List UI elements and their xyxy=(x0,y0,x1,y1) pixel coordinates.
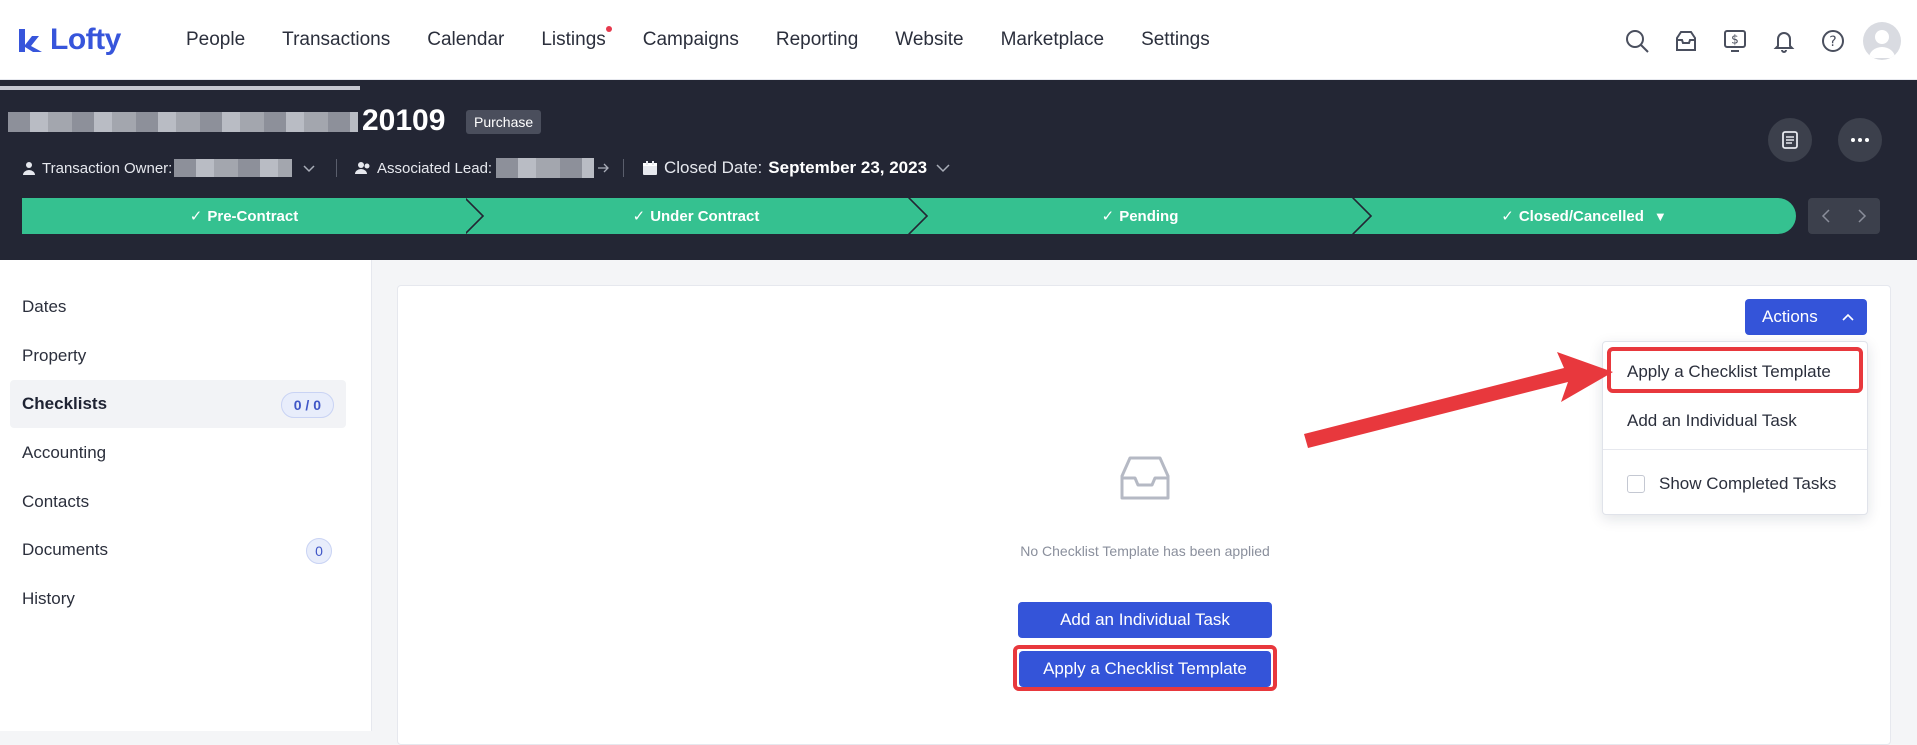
sidebar-item-label: Dates xyxy=(22,297,67,316)
empty-inbox-icon xyxy=(1120,456,1170,500)
nav-item-marketplace[interactable]: Marketplace xyxy=(1001,29,1105,51)
chevron-down-icon xyxy=(303,165,315,173)
actions-label: Actions xyxy=(1762,307,1818,326)
sidebar-item-label: Accounting xyxy=(22,443,107,462)
highlight-box-button xyxy=(1013,645,1277,691)
sidebar-item-label: Contacts xyxy=(22,492,90,511)
notification-dot xyxy=(605,25,612,32)
stage-label: Pending xyxy=(1119,207,1179,225)
more-dots-icon xyxy=(1851,138,1869,142)
sidebar-item-documents[interactable]: Documents 0 xyxy=(10,526,346,574)
redacted-address xyxy=(8,112,358,132)
caret-down-icon: ▼ xyxy=(1653,208,1667,224)
closed-date-value: September 23, 2023 xyxy=(768,158,928,177)
inbox-icon[interactable] xyxy=(1668,23,1704,59)
closed-date[interactable]: Closed Date: September 23, 2023 xyxy=(642,154,951,182)
stage-scroll-controls xyxy=(1808,198,1880,234)
sidebar-item-accounting[interactable]: Accounting xyxy=(10,429,346,477)
sidebar-item-label: Checklists xyxy=(22,394,108,413)
nav-item-website[interactable]: Website xyxy=(895,29,963,51)
chevron-up-icon xyxy=(1842,313,1854,321)
help-icon[interactable]: ? xyxy=(1815,23,1851,59)
nav-item-listings[interactable]: Listings xyxy=(541,25,612,51)
scroll-right-button[interactable] xyxy=(1844,198,1880,234)
actions-button[interactable]: Actions xyxy=(1745,299,1867,335)
sidebar-item-label: Documents xyxy=(22,540,108,559)
menu-divider xyxy=(1603,449,1867,450)
transaction-sidebar: Dates Property Checklists 0 / 0 Accounti… xyxy=(0,260,372,731)
person-icon xyxy=(23,162,35,175)
stage-closed-cancelled[interactable]: ✓ Closed/Cancelled ▼ xyxy=(1372,198,1796,234)
notes-button[interactable] xyxy=(1768,118,1812,162)
divider xyxy=(623,159,624,177)
transaction-owner[interactable]: Transaction Owner: xyxy=(22,154,316,182)
transaction-type-badge: Purchase xyxy=(466,110,542,134)
sidebar-item-checklists[interactable]: Checklists 0 / 0 xyxy=(10,380,346,428)
bell-icon[interactable] xyxy=(1766,23,1802,59)
stage-label: Under Contract xyxy=(650,207,760,225)
lofty-logo-icon xyxy=(19,28,42,52)
nav-item-settings[interactable]: Settings xyxy=(1141,29,1210,51)
nav-icon-group: $ ? xyxy=(1606,22,1901,60)
menu-item-add-task[interactable]: Add an Individual Task xyxy=(1627,411,1797,431)
search-icon[interactable] xyxy=(1619,23,1655,59)
sidebar-item-contacts[interactable]: Contacts xyxy=(10,478,346,526)
check-icon: ✓ xyxy=(1101,208,1115,225)
people-icon xyxy=(355,162,370,174)
check-icon: ✓ xyxy=(189,208,203,225)
avatar[interactable] xyxy=(1863,22,1901,60)
scroll-left-button[interactable] xyxy=(1808,198,1844,234)
nav-item-campaigns[interactable]: Campaigns xyxy=(643,29,739,51)
show-completed-label[interactable]: Show Completed Tasks xyxy=(1659,474,1836,494)
stage-pending[interactable]: ✓ Pending xyxy=(928,198,1352,234)
stage-label: Pre-Contract xyxy=(207,207,299,225)
show-completed-checkbox[interactable] xyxy=(1627,475,1645,493)
transaction-header: 20109 Purchase Transaction Owner: Associ… xyxy=(0,80,1917,260)
chevron-left-icon xyxy=(1821,209,1830,223)
stage-pre-contract[interactable]: ✓ Pre-Contract xyxy=(22,198,466,234)
nav-item-listings-label: Listings xyxy=(541,28,606,50)
dollar-screen-icon[interactable]: $ xyxy=(1717,23,1753,59)
check-icon: ✓ xyxy=(632,208,646,225)
sidebar-item-label: History xyxy=(22,589,75,608)
chevron-down-icon xyxy=(936,164,950,173)
nav-item-reporting[interactable]: Reporting xyxy=(776,29,858,51)
sidebar-item-history[interactable]: History xyxy=(10,575,346,623)
add-individual-task-button[interactable]: Add an Individual Task xyxy=(1018,602,1272,638)
more-options-button[interactable] xyxy=(1838,118,1882,162)
sidebar-item-label: Property xyxy=(22,346,87,365)
svg-text:$: $ xyxy=(1731,33,1739,47)
sidebar-item-dates[interactable]: Dates xyxy=(10,283,346,331)
top-navigation: Lofty People Transactions Calendar Listi… xyxy=(0,0,1917,80)
nav-item-calendar[interactable]: Calendar xyxy=(427,29,504,51)
sidebar-item-property[interactable]: Property xyxy=(10,332,346,380)
check-icon: ✓ xyxy=(1501,208,1514,225)
nav-item-people[interactable]: People xyxy=(186,29,245,51)
highlight-box-menu xyxy=(1607,347,1863,393)
checklist-count-badge: 0 / 0 xyxy=(280,392,334,418)
svg-text:?: ? xyxy=(1829,34,1836,50)
closed-date-label: Closed Date: xyxy=(664,158,763,177)
documents-count-badge: 0 xyxy=(306,538,332,564)
chevron-right-icon xyxy=(1858,209,1867,223)
associated-lead[interactable]: Associated Lead: xyxy=(355,154,610,182)
loading-bar xyxy=(0,86,360,90)
calendar-icon xyxy=(643,161,657,175)
brand-name: Lofty xyxy=(50,22,121,56)
lofty-logo[interactable]: Lofty xyxy=(16,23,166,57)
redacted-lead xyxy=(496,158,595,178)
nav-item-transactions[interactable]: Transactions xyxy=(282,29,390,51)
stage-label: Closed/Cancelled xyxy=(1518,207,1644,225)
document-icon xyxy=(1782,131,1798,149)
arrow-right-icon xyxy=(598,163,609,173)
owner-label: Transaction Owner: xyxy=(42,159,173,177)
divider xyxy=(336,159,337,177)
empty-state-message: No Checklist Template has been applied xyxy=(1020,543,1270,559)
stage-under-contract[interactable]: ✓ Under Contract xyxy=(484,198,908,234)
stage-pipeline: ✓ Pre-Contract ✓ Under Contract ✓ Pending ✓… xyxy=(22,198,1796,234)
transaction-title: 20109 xyxy=(362,104,446,137)
redacted-owner xyxy=(174,159,293,177)
main-nav: People Transactions Calendar Listings Ca… xyxy=(186,25,1247,51)
lead-label: Associated Lead: xyxy=(377,159,493,177)
